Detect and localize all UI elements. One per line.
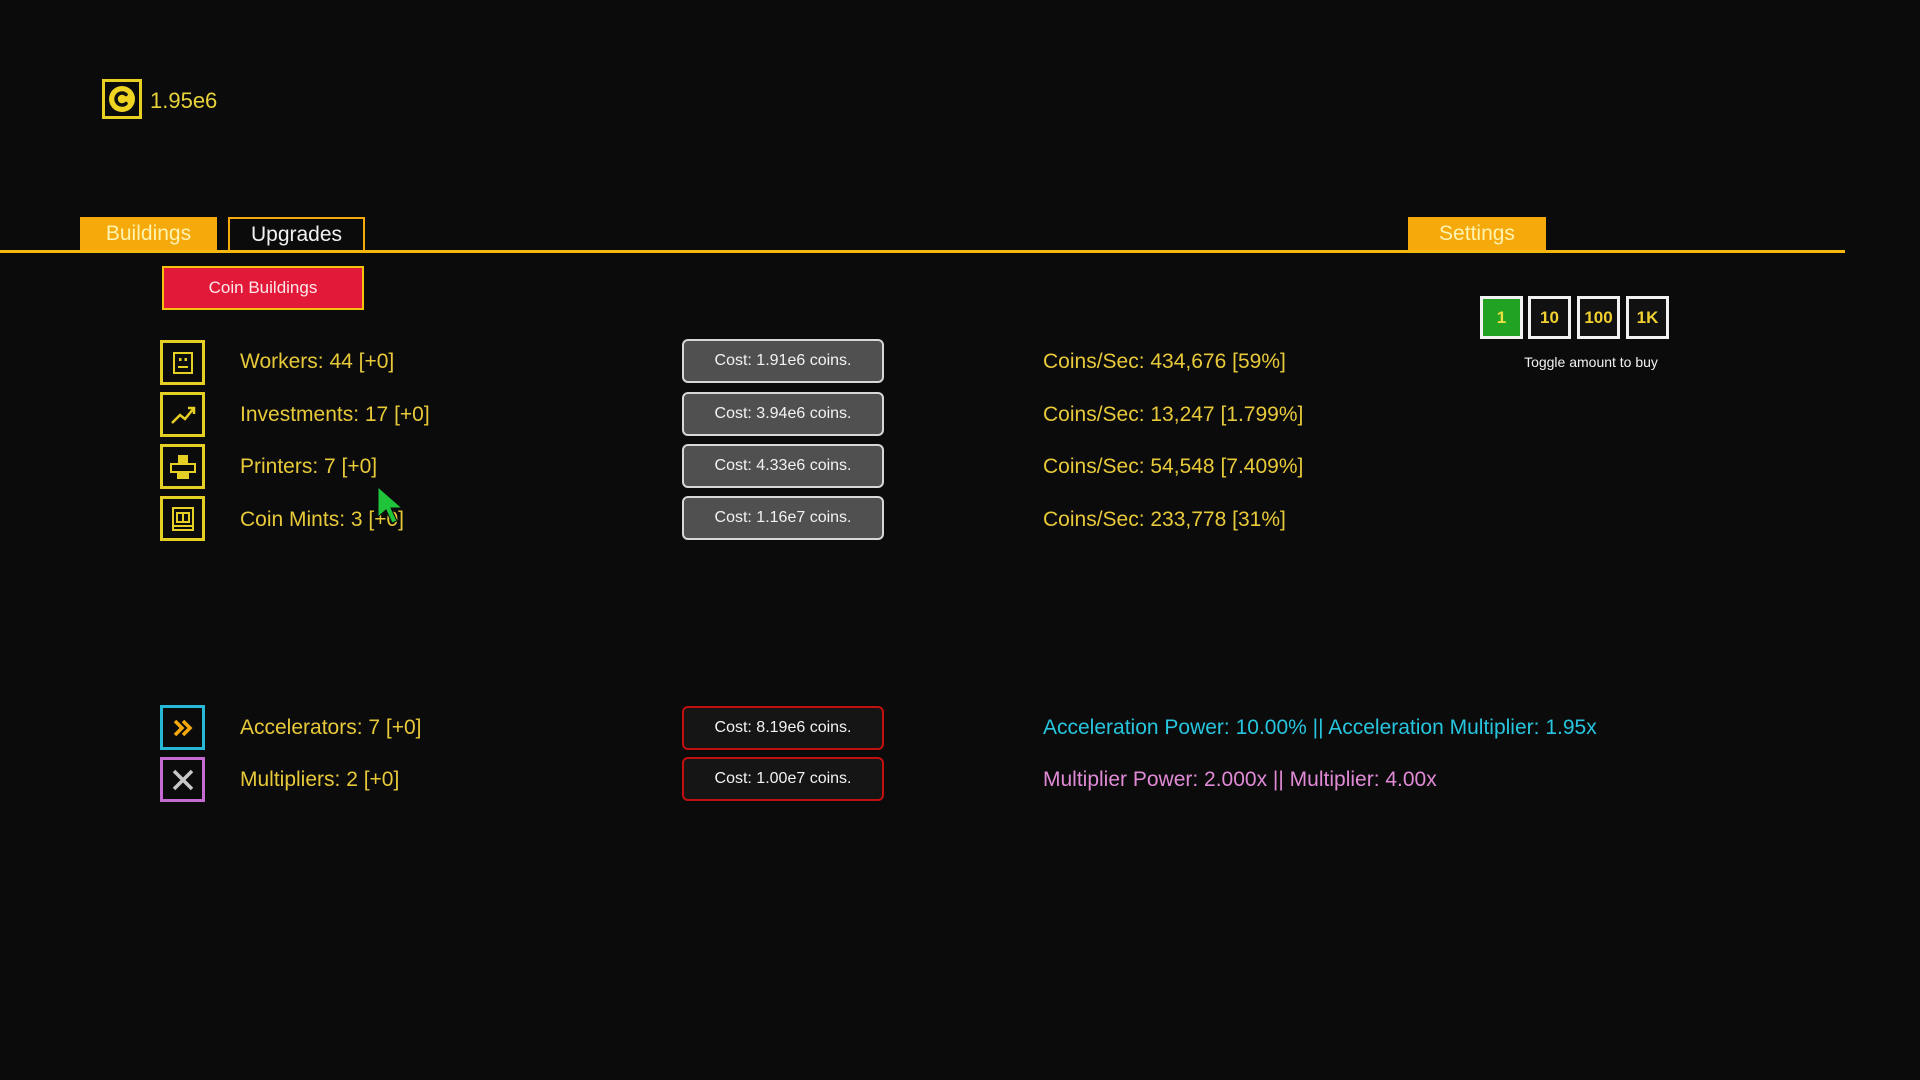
coin-buildings-subtab[interactable]: Coin Buildings xyxy=(162,266,364,310)
accelerators-rate: Acceleration Power: 10.00% || Accelerati… xyxy=(1043,716,1597,739)
coin-mints-rate: Coins/Sec: 233,778 [31%] xyxy=(1043,508,1286,531)
buy-amount-1-button[interactable]: 1 xyxy=(1480,296,1523,339)
tab-divider xyxy=(0,250,1845,253)
worker-icon xyxy=(160,340,205,385)
chart-trend-icon xyxy=(160,392,205,437)
buy-amount-hint: Toggle amount to buy xyxy=(1524,354,1658,370)
coin-amount: 1.95e6 xyxy=(150,88,218,113)
printers-rate: Coins/Sec: 54,548 [7.409%] xyxy=(1043,455,1304,478)
buy-coin-mints-button[interactable]: Cost: 1.16e7 coins. xyxy=(682,496,884,540)
buy-investments-button[interactable]: Cost: 3.94e6 coins. xyxy=(682,392,884,436)
buy-amount-100-button[interactable]: 100 xyxy=(1577,296,1620,339)
multipliers-label: Multipliers: 2 [+0] xyxy=(240,768,400,791)
workers-label: Workers: 44 [+0] xyxy=(240,350,395,373)
multipliers-rate: Multiplier Power: 2.000x || Multiplier: … xyxy=(1043,768,1437,791)
buy-workers-button[interactable]: Cost: 1.91e6 coins. xyxy=(682,339,884,383)
mouse-cursor-icon xyxy=(377,485,404,532)
buy-accelerators-button[interactable]: Cost: 8.19e6 coins. xyxy=(682,706,884,750)
printer-icon xyxy=(160,444,205,489)
double-chevron-right-icon xyxy=(160,705,205,750)
investments-rate: Coins/Sec: 13,247 [1.799%] xyxy=(1043,403,1304,426)
buy-amount-10-button[interactable]: 10 xyxy=(1528,296,1571,339)
buy-multipliers-button[interactable]: Cost: 1.00e7 coins. xyxy=(682,757,884,801)
tab-buildings[interactable]: Buildings xyxy=(80,217,217,251)
workers-rate: Coins/Sec: 434,676 [59%] xyxy=(1043,350,1286,373)
coin-mint-icon xyxy=(160,496,205,541)
tab-upgrades[interactable]: Upgrades xyxy=(228,217,365,251)
printers-label: Printers: 7 [+0] xyxy=(240,455,378,478)
coin-icon xyxy=(102,79,142,119)
buy-amount-1k-button[interactable]: 1K xyxy=(1626,296,1669,339)
investments-label: Investments: 17 [+0] xyxy=(240,403,430,426)
tab-settings[interactable]: Settings xyxy=(1408,217,1546,251)
multiply-x-icon xyxy=(160,757,205,802)
accelerators-label: Accelerators: 7 [+0] xyxy=(240,716,422,739)
buy-printers-button[interactable]: Cost: 4.33e6 coins. xyxy=(682,444,884,488)
